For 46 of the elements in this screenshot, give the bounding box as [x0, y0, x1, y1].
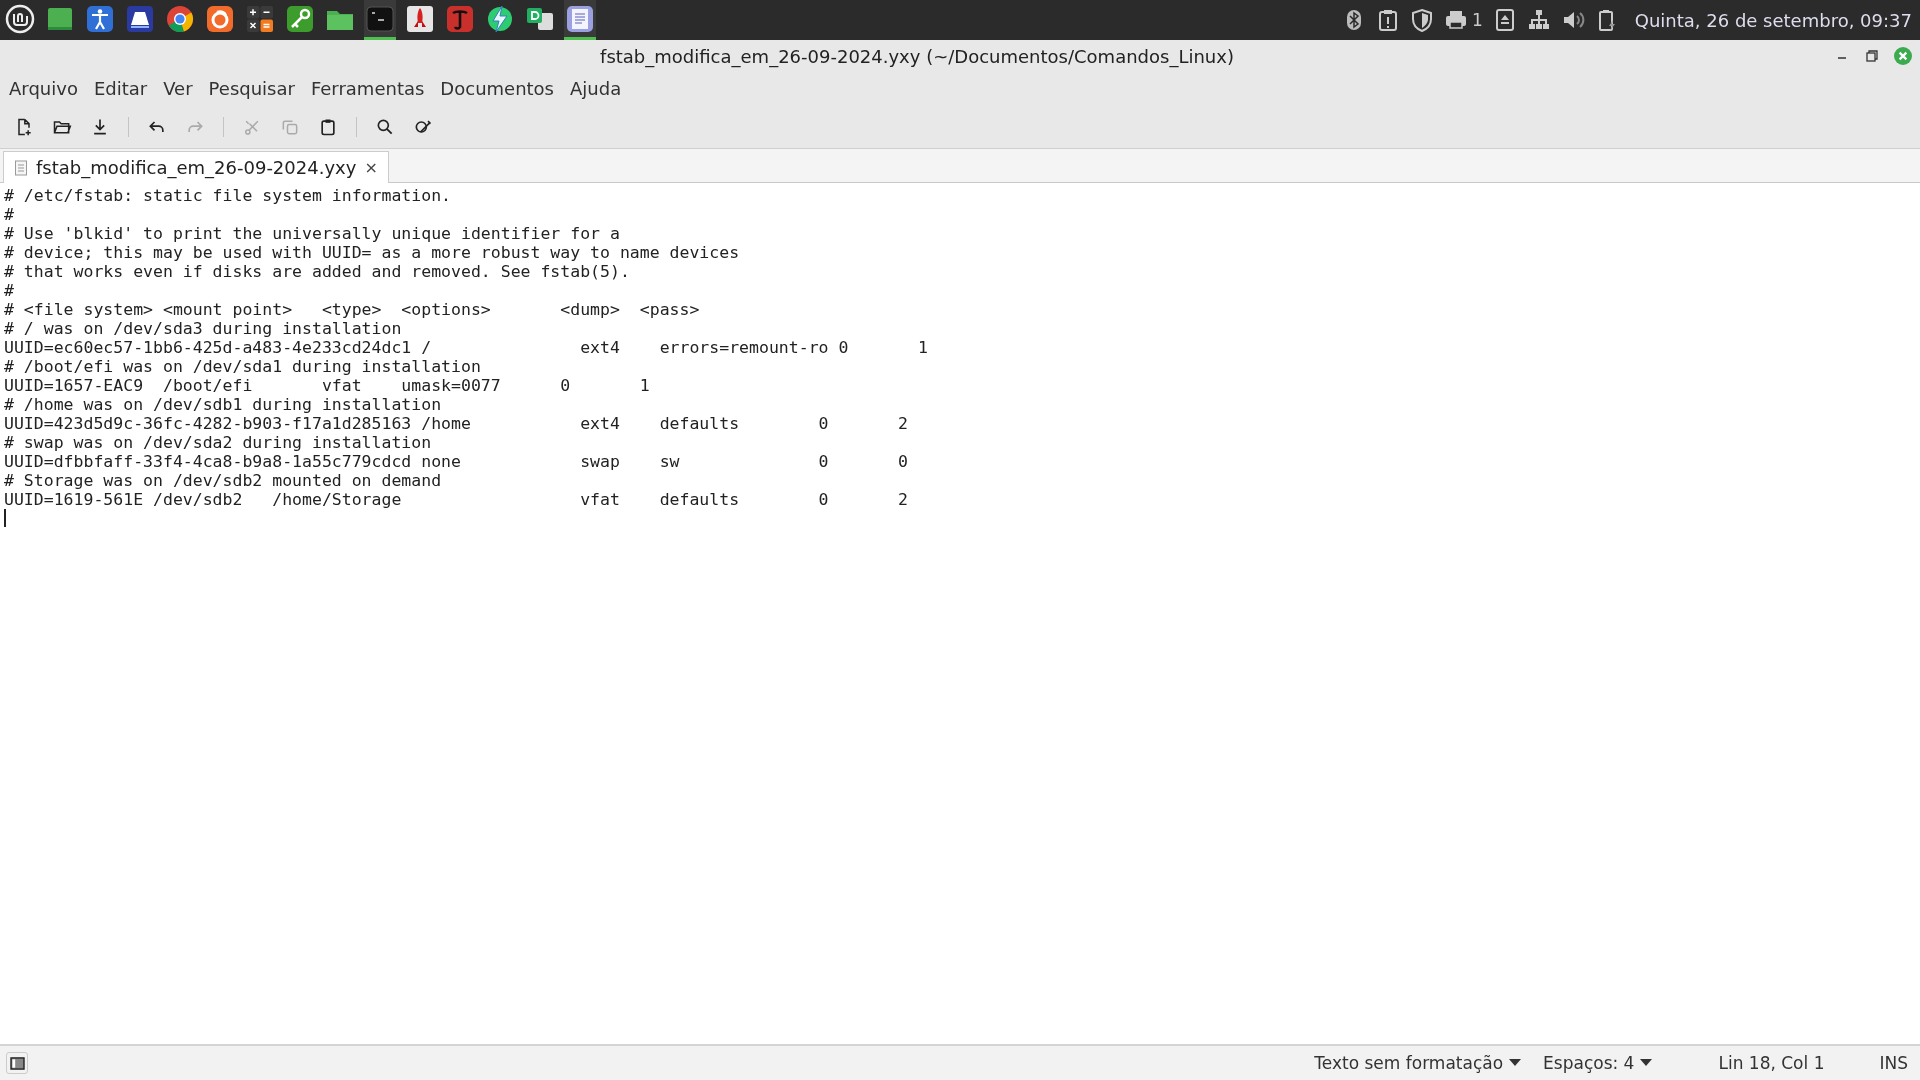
tab-close-button[interactable]: ×	[364, 158, 378, 177]
menu-item[interactable]: Pesquisar	[201, 76, 302, 101]
code-line: # / was on /dev/sda3 during installation	[4, 319, 402, 338]
side-panel-toggle-button[interactable]	[6, 1052, 28, 1074]
document-tab[interactable]: fstab_modifica_em_26-09-2024.yxy ×	[3, 151, 389, 183]
code-line: UUID=423d5d9c-36fc-4282-b903-f17a1d285163 /home ext4 defaults 0 2	[4, 414, 908, 433]
maximize-icon[interactable]	[1864, 48, 1880, 64]
menu-item[interactable]: Ver	[156, 76, 200, 101]
indent-dropdown[interactable]: Espaços: 4	[1537, 1052, 1659, 1074]
window-title: fstab_modifica_em_26-09-2024.yxy (~/Documentos/Comandos_Linux)	[600, 45, 1234, 67]
code-line: # device; this may be used with UUID= as a more robust way to name devices	[4, 243, 740, 262]
code-line: # swap was on /dev/sda2 during installation	[4, 433, 432, 452]
insert-mode: INS	[1879, 1053, 1908, 1073]
code-line: # Use 'blkid' to print the universally unique identifier for a	[4, 224, 620, 243]
document-icon	[14, 159, 28, 176]
menu-item[interactable]: Documentos	[433, 76, 561, 101]
menu-item[interactable]: Ferramentas	[303, 76, 432, 101]
code-line: UUID=dfbbfaff-33f4-4ca8-b9a8-1a55c779cdcd none swap sw 0 0	[4, 452, 908, 471]
code-line: # /etc/fstab: static file system information.	[4, 186, 452, 205]
code-line: #	[4, 205, 14, 224]
network-icon[interactable]	[1526, 8, 1551, 32]
tab-label: fstab_modifica_em_26-09-2024.yxy	[36, 157, 357, 178]
cursor-position: Lin 18, Col 1	[1718, 1053, 1825, 1073]
code-line: #	[4, 281, 14, 300]
code-line: UUID=1619-561E /dev/sdb2 /home/Storage vfat defaults 0 2	[4, 490, 908, 509]
code-line: UUID=1657-EAC9 /boot/efi vfat umask=0077 0 1	[4, 376, 650, 395]
menu-item[interactable]: Arquivo	[2, 76, 85, 101]
menu-item[interactable]: Editar	[86, 76, 155, 101]
code-line: # Storage was on /dev/sdb2 mounted on demand	[4, 471, 442, 490]
launcher-terminal-icon[interactable]	[364, 0, 396, 40]
close-icon[interactable]	[1894, 47, 1912, 65]
text-cursor	[4, 509, 6, 527]
code-line: # <file system> <mount point> <type> <options> <dump> <pass>	[4, 300, 700, 319]
printer-count: 1	[1471, 10, 1483, 30]
menu-item[interactable]: Ajuda	[563, 76, 629, 101]
launcher-text-editor-icon[interactable]	[564, 0, 596, 40]
caret-icon	[1640, 1059, 1653, 1067]
code-line: # /boot/efi was on /dev/sda1 during installation	[4, 357, 481, 376]
shield-icon[interactable]	[1409, 8, 1434, 32]
caret-icon	[1509, 1059, 1522, 1067]
code-line: UUID=ec60ec57-1bb6-425d-a483-4e233cd24dc1 / ext4 errors=remount-ro 0 1	[4, 338, 928, 357]
code-line: # /home was on /dev/sdb1 during installation	[4, 395, 442, 414]
code-line: # that works even if disks are added and removed. See fstab(5).	[4, 262, 630, 281]
clock[interactable]: Quinta, 26 de setembro, 09:37	[1634, 9, 1912, 31]
syntax-dropdown[interactable]: Texto sem formatação	[1308, 1052, 1528, 1074]
printer-icon[interactable]	[1443, 8, 1468, 32]
